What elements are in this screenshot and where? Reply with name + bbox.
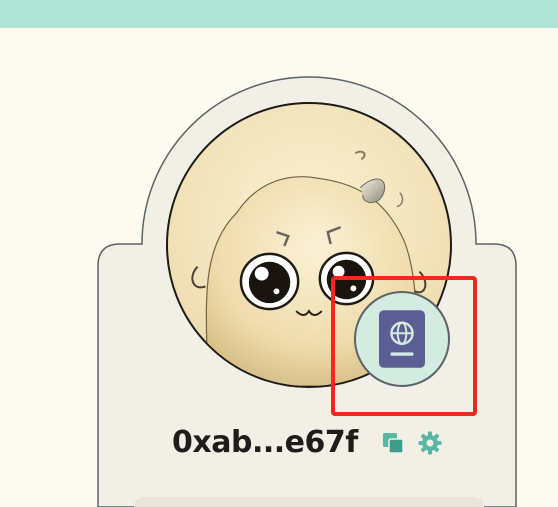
wallet-address: 0xab...e67f — [172, 425, 358, 460]
inner-panel — [134, 497, 484, 507]
copy-button[interactable] — [380, 430, 406, 456]
settings-button[interactable] — [417, 430, 443, 456]
gear-icon — [418, 431, 442, 455]
profile-page: 0xab...e67f — [0, 0, 558, 507]
address-row: 0xab...e67f — [0, 420, 558, 466]
copy-icon — [383, 433, 404, 454]
highlight-box — [331, 276, 477, 416]
